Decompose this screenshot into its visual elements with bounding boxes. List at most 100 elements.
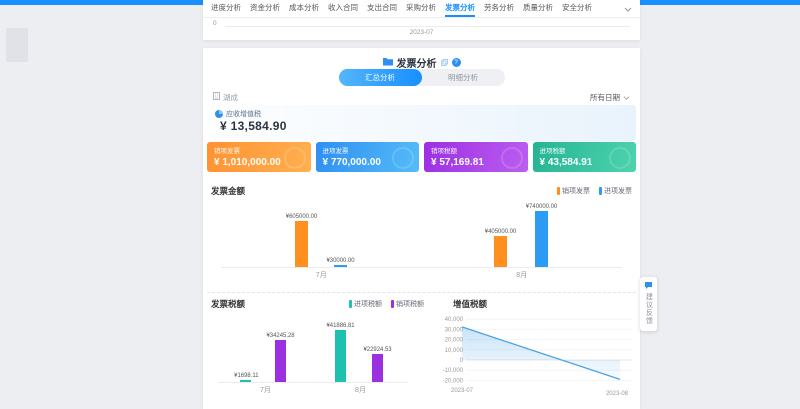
filter-row: 湖成 所有日期: [213, 91, 630, 103]
pie-icon: [215, 110, 223, 118]
bar-value-label: ¥34245.28: [267, 332, 295, 338]
bar-进项发票-8月[interactable]: [535, 211, 548, 267]
card-watermark-icon: [609, 147, 631, 169]
summary-card-进项发票: 进项发票¥ 770,000.00: [316, 142, 420, 172]
feedback-label: 建议反馈: [644, 293, 654, 325]
nav-tab-质量分析[interactable]: 质量分析: [523, 1, 553, 17]
nav-tab-收入合同[interactable]: 收入合同: [328, 1, 358, 17]
bar-销项税额-8月[interactable]: [372, 354, 383, 382]
nav-tab-安全分析[interactable]: 安全分析: [562, 1, 592, 17]
summary-cards-row: 销项发票¥ 1,010,000.00进项发票¥ 770,000.00销项税额¥ …: [207, 142, 636, 172]
card-watermark-icon: [501, 147, 523, 169]
bar-value-label: ¥22924.53: [364, 346, 392, 352]
org-filter[interactable]: 湖成: [213, 92, 238, 103]
svg-text:2023-07: 2023-07: [451, 388, 474, 394]
summary-card-进项税额: 进项税额¥ 43,584.91: [533, 142, 637, 172]
nav-tab-进度分析[interactable]: 进度分析: [211, 1, 241, 17]
date-filter-label: 所有日期: [590, 92, 620, 103]
legend-swatch: [349, 300, 352, 308]
bar-group-7月: ¥605000.00 ¥30000.00: [283, 213, 357, 267]
report-card: 发票分析 ? 汇总分析 明细分析 湖成 所有日期: [203, 48, 640, 409]
mini-chart-x-tick: 2023-07: [203, 29, 640, 36]
section-title-invoice-amount: 发票金额: [211, 185, 245, 197]
help-icon[interactable]: ?: [452, 58, 461, 67]
chevron-down-icon: [623, 94, 630, 101]
nav-tab-list: 进度分析资金分析成本分析收入合同支出合同采购分析发票分析劳务分析质量分析安全分析: [211, 1, 592, 17]
background-page-fragment: [6, 28, 28, 62]
bar-column: ¥34245.28: [264, 332, 297, 382]
org-filter-label: 湖成: [223, 92, 238, 103]
x-axis-tick: 7月: [316, 270, 327, 280]
bar-销项税额-7月[interactable]: [275, 340, 286, 382]
bar-value-label: ¥30000.00: [327, 257, 355, 263]
mini-chart-gridline: [225, 26, 630, 27]
kpi-value: ¥ 13,584.90: [220, 119, 287, 133]
vat-line-chart[interactable]: 40,00030,00020,00010,0000-10,000-20,0002…: [440, 310, 636, 398]
section-title-vat-amount: 增值税额: [453, 298, 487, 310]
bar-value-label: ¥405000.00: [485, 229, 516, 235]
nav-tab-成本分析[interactable]: 成本分析: [289, 1, 319, 17]
tab-summary-analysis[interactable]: 汇总分析: [339, 69, 422, 86]
svg-text:40,000: 40,000: [445, 317, 464, 323]
bar-销项发票-7月[interactable]: [295, 221, 308, 267]
building-icon: [213, 92, 220, 102]
legend-swatch: [391, 300, 394, 308]
invoice-tax-legend: 进项税额 销项税额: [349, 299, 424, 309]
date-filter[interactable]: 所有日期: [590, 92, 630, 103]
nav-tab-发票分析[interactable]: 发票分析: [445, 1, 475, 17]
bar-销项发票-8月[interactable]: [494, 236, 507, 267]
kpi-label-row: 应收增值税: [215, 109, 261, 119]
bar-进项发票-7月[interactable]: [334, 265, 347, 267]
invoice-tax-chart: ¥1698.11 ¥34245.28 ¥41886.81 ¥22924.53 7月 8月: [218, 318, 408, 395]
nav-tab-资金分析[interactable]: 资金分析: [250, 1, 280, 17]
nav-tab-劳务分析[interactable]: 劳务分析: [484, 1, 514, 17]
bar-group-8月: ¥41886.81 ¥22924.53: [324, 322, 394, 382]
tab-detail-analysis[interactable]: 明细分析: [422, 69, 505, 86]
bar-column: ¥1698.11: [232, 372, 261, 382]
bar-column: ¥30000.00: [324, 257, 357, 267]
bar-column: ¥405000.00: [482, 228, 519, 267]
bar-column: ¥740000.00: [523, 203, 560, 267]
bar-value-label: ¥41886.81: [327, 323, 355, 329]
legend-item-output-tax[interactable]: 销项税额: [391, 299, 424, 309]
kpi-label: 应收增值税: [226, 109, 261, 119]
nav-tab-采购分析[interactable]: 采购分析: [406, 1, 436, 17]
bar-column: ¥41886.81: [324, 322, 357, 382]
x-axis-tick: 8月: [516, 270, 527, 280]
screen: 进度分析资金分析成本分析收入合同支出合同采购分析发票分析劳务分析质量分析安全分析…: [0, 0, 800, 409]
section-title-invoice-tax: 发票税额: [211, 298, 245, 310]
bar-进项税额-7月[interactable]: [240, 380, 251, 382]
invoice-analysis-panel: 进度分析资金分析成本分析收入合同支出合同采购分析发票分析劳务分析质量分析安全分析…: [203, 0, 640, 409]
bar-value-label: ¥740000.00: [526, 203, 557, 209]
bar-value-label: ¥605000.00: [286, 213, 317, 219]
x-axis-tick: 7月: [260, 385, 271, 395]
section-divider: [207, 292, 636, 293]
invoice-amount-chart: ¥605000.00¥30000.00¥405000.00¥740000.00 …: [221, 199, 622, 280]
legend-item-output-invoice[interactable]: 销项发票: [557, 186, 590, 196]
bar-group-7月: ¥1698.11 ¥34245.28: [232, 332, 298, 382]
mini-chart-y-tick: 0: [213, 20, 217, 27]
bar-group-8月: ¥405000.00 ¥740000.00: [482, 203, 560, 267]
bar-value-label: ¥1698.11: [234, 372, 258, 378]
chat-icon: [644, 281, 653, 290]
legend-swatch: [557, 187, 560, 195]
svg-text:10,000: 10,000: [445, 348, 464, 354]
legend-item-input-invoice[interactable]: 进项发票: [599, 186, 632, 196]
svg-text:2023-08: 2023-08: [606, 391, 629, 397]
svg-text:20,000: 20,000: [445, 338, 464, 344]
bar-进项税额-8月[interactable]: [335, 330, 346, 382]
analysis-navbar: 进度分析资金分析成本分析收入合同支出合同采购分析发票分析劳务分析质量分析安全分析: [203, 0, 640, 18]
legend-swatch: [599, 187, 602, 195]
feedback-floating-button[interactable]: 建议反馈: [640, 277, 657, 331]
legend-item-input-tax[interactable]: 进项税额: [349, 299, 382, 309]
bar-column: ¥22924.53: [361, 346, 394, 382]
card-watermark-icon: [392, 147, 414, 169]
nav-card: 进度分析资金分析成本分析收入合同支出合同采购分析发票分析劳务分析质量分析安全分析…: [203, 0, 640, 40]
x-axis-tick: 8月: [355, 385, 366, 395]
bar-column: ¥605000.00: [283, 213, 320, 267]
svg-text:-20,000: -20,000: [443, 378, 464, 384]
collapse-chevron-icon[interactable]: [624, 5, 632, 13]
nav-tab-支出合同[interactable]: 支出合同: [367, 1, 397, 17]
summary-card-销项税额: 销项税额¥ 57,169.81: [424, 142, 528, 172]
svg-text:-10,000: -10,000: [443, 368, 464, 374]
